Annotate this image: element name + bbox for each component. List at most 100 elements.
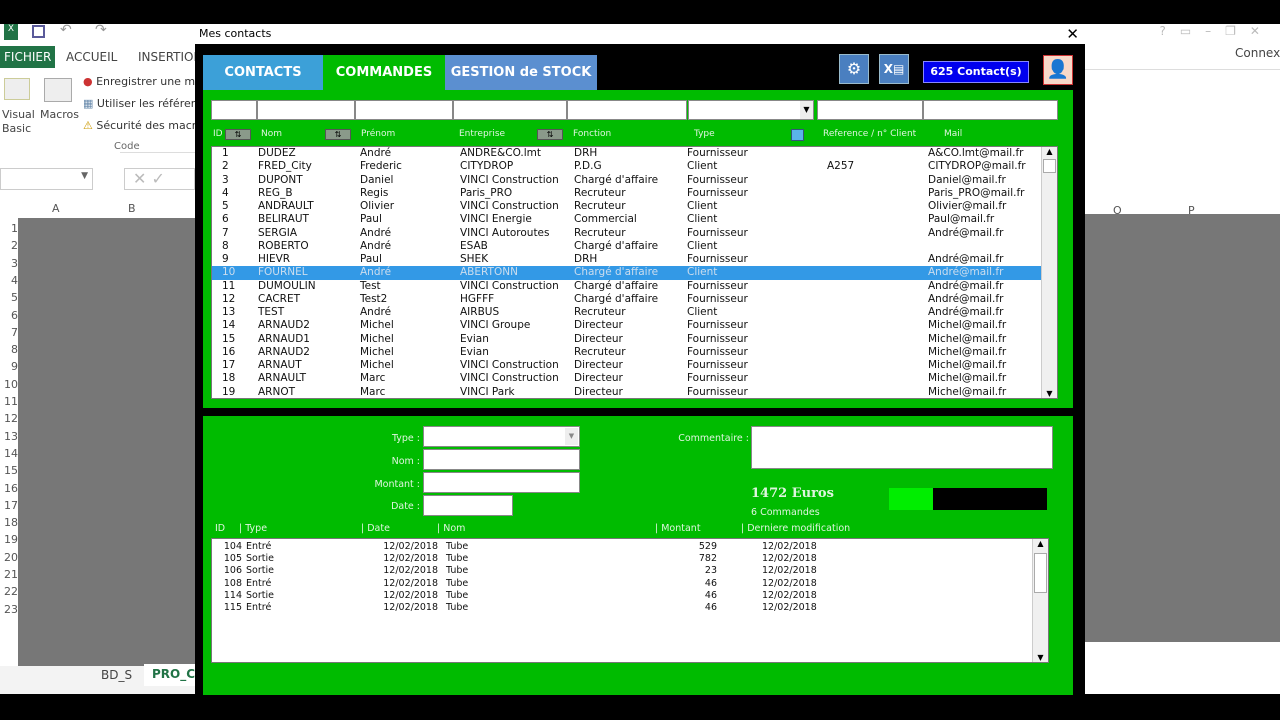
table-row[interactable]: 1 DUDEZ André ANDRE&CO.lmt DRH Fournisseur A&C… [212,147,1042,160]
type-select[interactable]: ▼ [423,426,580,447]
order-row[interactable]: 115 Entré 12/02/2018 Tube 46 12/02/2018 [212,602,1032,614]
row-number[interactable]: 18 [0,516,18,529]
excel-export-icon[interactable]: X▤ [879,54,909,84]
table-row[interactable]: 7 SERGIA André VINCI Autoroutes Recruteur Fou… [212,227,1042,240]
scroll-thumb[interactable] [1034,553,1047,593]
row-number[interactable]: 4 [0,274,18,287]
table-row[interactable]: 15 ARNAUD1 Michel Evian Directeur Fournisseur… [212,333,1042,346]
table-row[interactable]: 14 ARNAUD2 Michel VINCI Groupe Directeur Four… [212,319,1042,332]
row-number[interactable]: 7 [0,326,18,339]
row-number[interactable]: 19 [0,533,18,546]
filter-type-select[interactable]: ▼ [688,100,814,120]
tab-commandes[interactable]: COMMANDES [323,55,445,90]
order-row[interactable]: 114 Sortie 12/02/2018 Tube 46 12/02/2018 [212,590,1032,602]
chevron-down-icon[interactable]: ▼ [800,101,813,119]
scroll-thumb[interactable] [1043,159,1056,173]
ribbon-tab-fichier[interactable]: FICHIER [0,46,56,68]
row-number[interactable]: 5 [0,291,18,304]
order-row[interactable]: 108 Entré 12/02/2018 Tube 46 12/02/2018 [212,578,1032,590]
row-number[interactable]: 21 [0,568,18,581]
relative-refs-button[interactable]: ▦ Utiliser les référenc [83,97,195,110]
row-number[interactable]: 14 [0,447,18,460]
contacts-list[interactable]: 1 DUDEZ André ANDRE&CO.lmt DRH Fournisseur A&C… [211,146,1058,399]
formula-cancel-confirm[interactable]: ✕ ✓ [124,168,195,190]
table-row[interactable]: 8 ROBERTO André ESAB Chargé d'affaire Client [212,240,1042,253]
filter-reset-icon[interactable] [791,129,804,141]
row-number[interactable]: 12 [0,412,18,425]
row-number[interactable]: 6 [0,309,18,322]
settings-gear-icon[interactable]: ⚙ [839,54,869,84]
sheet-tab-bd-s[interactable]: BD_S [101,668,132,682]
table-row[interactable]: 19 ARNOT Marc VINCI Park Directeur Fournisseu… [212,386,1042,399]
column-header[interactable]: A [52,202,60,215]
table-row[interactable]: 11 DUMOULIN Test VINCI Construction Chargé d… [212,280,1042,293]
orders-scrollbar[interactable]: ▲ ▼ [1032,539,1048,662]
name-box[interactable]: ▼ [0,168,93,190]
tab-gestion-stock[interactable]: GESTION de STOCK [445,55,597,90]
close-icon[interactable]: ✕ [1066,24,1079,44]
table-row[interactable]: 16 ARNAUD2 Michel Evian Recruteur Fournisseur… [212,346,1042,359]
filter-fonction[interactable] [567,100,687,120]
column-header[interactable]: B [128,202,136,215]
order-row[interactable]: 104 Entré 12/02/2018 Tube 529 12/02/2018 [212,541,1032,553]
table-row[interactable]: 2 FRED_City Frederic CITYDROP P.D.G Client A25… [212,160,1042,173]
row-number[interactable]: 16 [0,482,18,495]
sort-icon[interactable]: ⇅ [225,129,251,140]
row-number[interactable]: 15 [0,464,18,477]
commentaire-input[interactable] [751,426,1053,469]
save-icon[interactable] [32,25,45,38]
row-number[interactable]: 22 [0,585,18,598]
table-row[interactable]: 9 HIEVR Paul SHEK DRH Fournisseur André@mail.f… [212,253,1042,266]
contacts-scrollbar[interactable]: ▲ ▼ [1041,147,1057,398]
row-number[interactable]: 1 [0,222,18,235]
table-row[interactable]: 13 TEST André AIRBUS Recruteur Client André@ma… [212,306,1042,319]
row-number[interactable]: 3 [0,257,18,270]
connexion-link[interactable]: Connexio [1235,46,1280,60]
nom-input[interactable] [423,449,580,470]
redo-icon[interactable]: ↷ [95,22,107,38]
column-header[interactable]: O [1113,204,1122,217]
scroll-up-icon[interactable]: ▲ [1033,539,1048,548]
table-row[interactable]: 4 REG_B Regis Paris_PRO Recruteur Fournisseur… [212,187,1042,200]
table-row[interactable]: 3 DUPONT Daniel VINCI Construction Chargé d'… [212,174,1042,187]
sort-icon[interactable]: ⇅ [537,129,563,140]
order-row[interactable]: 106 Sortie 12/02/2018 Tube 23 12/02/2018 [212,565,1032,577]
scroll-up-icon[interactable]: ▲ [1042,147,1057,156]
sheet-tab-pro-co[interactable]: PRO_CO [144,664,195,686]
table-row[interactable]: 18 ARNAULT Marc VINCI Construction Directeur… [212,372,1042,385]
sort-icon[interactable]: ⇅ [325,129,351,140]
visual-basic-button[interactable]: Visual Basic [2,108,35,136]
window-controls[interactable]: ?▭–❐✕ [1159,24,1274,38]
column-header[interactable]: P [1188,204,1195,217]
record-macro-button[interactable]: ● Enregistrer une ma [83,75,195,88]
table-row[interactable]: 6 BELIRAUT Paul VINCI Energie Commercial Clie… [212,213,1042,226]
ribbon-tab-accueil[interactable]: ACCUEIL [62,46,121,68]
row-number[interactable]: 11 [0,395,18,408]
row-number[interactable]: 9 [0,360,18,373]
table-row[interactable]: 17 ARNAUT Michel VINCI Construction Directeu… [212,359,1042,372]
filter-nom[interactable] [257,100,355,120]
row-number[interactable]: 2 [0,239,18,252]
order-row[interactable]: 105 Sortie 12/02/2018 Tube 782 12/02/2018 [212,553,1032,565]
row-number[interactable]: 13 [0,430,18,443]
filter-id[interactable] [211,100,257,120]
row-number[interactable]: 10 [0,378,18,391]
macro-security-button[interactable]: ⚠ Sécurité des macro [83,119,195,132]
macros-button[interactable]: Macros [40,108,79,121]
tab-contacts[interactable]: CONTACTS [203,55,323,90]
scroll-down-icon[interactable]: ▼ [1033,653,1048,662]
undo-icon[interactable]: ↶ [60,22,72,38]
row-number[interactable]: 23 [0,603,18,616]
row-number[interactable]: 8 [0,343,18,356]
orders-list[interactable]: 104 Entré 12/02/2018 Tube 529 12/02/2018 105 So… [211,538,1049,663]
row-number[interactable]: 20 [0,551,18,564]
search-user-icon[interactable]: 👤 [1043,55,1073,85]
filter-reference[interactable] [817,100,923,120]
filter-entreprise[interactable] [453,100,567,120]
filter-prenom[interactable] [355,100,453,120]
table-row[interactable]: 10 FOURNEL André ABERTONN Chargé d'affaire Cl… [212,266,1042,280]
chevron-down-icon[interactable]: ▼ [565,428,578,445]
date-input[interactable] [423,495,513,516]
montant-input[interactable] [423,472,580,493]
row-number[interactable]: 17 [0,499,18,512]
